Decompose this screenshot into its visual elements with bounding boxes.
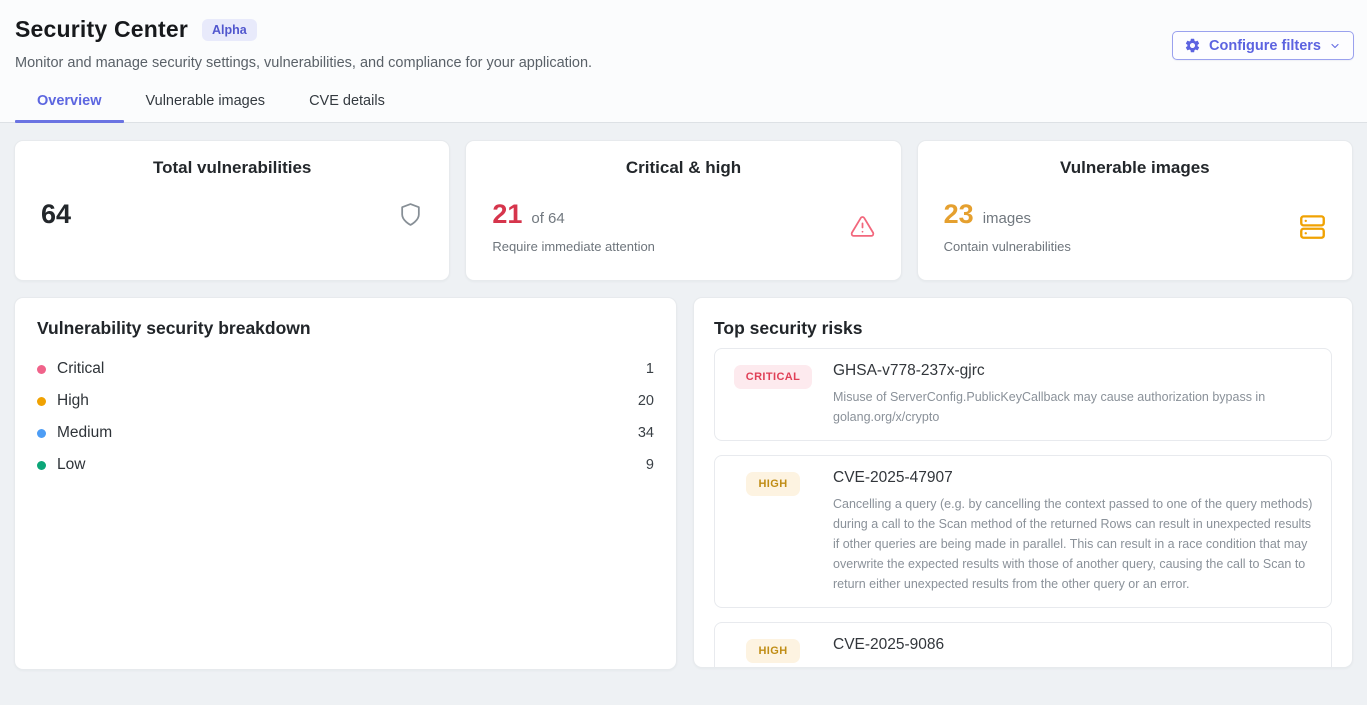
- vulnerable-images-suffix: images: [983, 210, 1031, 227]
- breakdown-row-critical: Critical 1: [37, 353, 654, 385]
- panels-row: Vulnerability security breakdown Critica…: [14, 297, 1353, 670]
- risk-card-cve-2025-9086[interactable]: HIGH CVE-2025-9086: [714, 622, 1332, 668]
- risk-id: CVE-2025-9086: [833, 636, 1317, 654]
- alert-triangle-icon: [850, 214, 875, 239]
- breakdown-label: Medium: [57, 424, 112, 442]
- breakdown-value: 20: [638, 393, 654, 409]
- shield-icon: [398, 202, 423, 227]
- critical-dot-icon: [37, 365, 46, 374]
- breakdown-row-high: High 20: [37, 385, 654, 417]
- page-title: Security Center: [15, 16, 188, 43]
- breakdown-value: 1: [646, 361, 654, 377]
- risk-card-ghsa-v778-237x-gjrc[interactable]: CRITICAL GHSA-v778-237x-gjrc Misuse of S…: [714, 348, 1332, 441]
- vulnerable-images-value: 23: [944, 199, 974, 230]
- configure-filters-label: Configure filters: [1209, 38, 1321, 54]
- gear-icon: [1184, 37, 1201, 54]
- breakdown-label: High: [57, 392, 89, 410]
- risk-card-cve-2025-47907[interactable]: HIGH CVE-2025-47907 Cancelling a query (…: [714, 455, 1332, 608]
- risk-description: Misuse of ServerConfig.PublicKeyCallback…: [833, 387, 1317, 427]
- medium-dot-icon: [37, 429, 46, 438]
- severity-badge-high: HIGH: [746, 472, 799, 496]
- breakdown-value: 34: [638, 425, 654, 441]
- risk-id: GHSA-v778-237x-gjrc: [833, 362, 1317, 380]
- vulnerable-images-caption: Contain vulnerabilities: [944, 239, 1071, 254]
- breakdown-value: 9: [646, 457, 654, 473]
- risk-list: CRITICAL GHSA-v778-237x-gjrc Misuse of S…: [714, 348, 1332, 668]
- main-content: Total vulnerabilities 64 Critical & high: [0, 123, 1367, 670]
- stat-card-total-vulnerabilities: Total vulnerabilities 64: [14, 140, 450, 281]
- stats-row: Total vulnerabilities 64 Critical & high: [14, 140, 1353, 281]
- chevron-down-icon: [1329, 40, 1341, 52]
- total-vulnerabilities-value: 64: [41, 199, 71, 230]
- configure-filters-button[interactable]: Configure filters: [1172, 31, 1354, 60]
- risk-description: Cancelling a query (e.g. by cancelling t…: [833, 494, 1317, 594]
- breakdown-label: Low: [57, 456, 85, 474]
- stat-title: Vulnerable images: [944, 158, 1326, 178]
- stat-card-critical-high: Critical & high 21 of 64 Require immedia…: [465, 140, 901, 281]
- top-security-risks-panel: Top security risks CRITICAL GHSA-v778-23…: [693, 297, 1353, 668]
- high-dot-icon: [37, 397, 46, 406]
- server-icon: [1299, 213, 1326, 240]
- tab-overview[interactable]: Overview: [15, 93, 124, 122]
- critical-high-value: 21: [492, 199, 522, 230]
- breakdown-panel-title: Vulnerability security breakdown: [37, 318, 654, 339]
- stat-title: Critical & high: [492, 158, 874, 178]
- page-subtitle: Monitor and manage security settings, vu…: [15, 55, 1352, 71]
- breakdown-label: Critical: [57, 360, 104, 378]
- severity-badge-high: HIGH: [746, 639, 799, 663]
- tab-bar: Overview Vulnerable images CVE details: [15, 93, 1352, 122]
- risk-id: CVE-2025-47907: [833, 469, 1317, 487]
- vulnerability-breakdown-panel: Vulnerability security breakdown Critica…: [14, 297, 677, 670]
- tab-vulnerable-images[interactable]: Vulnerable images: [124, 93, 288, 122]
- page-header: Security Center Alpha Configure filters …: [0, 0, 1367, 122]
- tab-cve-details[interactable]: CVE details: [287, 93, 407, 122]
- critical-high-caption: Require immediate attention: [492, 239, 655, 254]
- breakdown-row-medium: Medium 34: [37, 417, 654, 449]
- stat-card-vulnerable-images: Vulnerable images 23 images Contain vuln…: [917, 140, 1353, 281]
- breakdown-list: Critical 1 High 20 Medium 34 Low 9: [37, 353, 654, 481]
- risks-panel-title: Top security risks: [714, 318, 1332, 339]
- low-dot-icon: [37, 461, 46, 470]
- alpha-badge: Alpha: [202, 19, 257, 41]
- breakdown-row-low: Low 9: [37, 449, 654, 481]
- severity-badge-critical: CRITICAL: [734, 365, 813, 389]
- stat-title: Total vulnerabilities: [41, 158, 423, 178]
- critical-high-suffix: of 64: [531, 210, 564, 227]
